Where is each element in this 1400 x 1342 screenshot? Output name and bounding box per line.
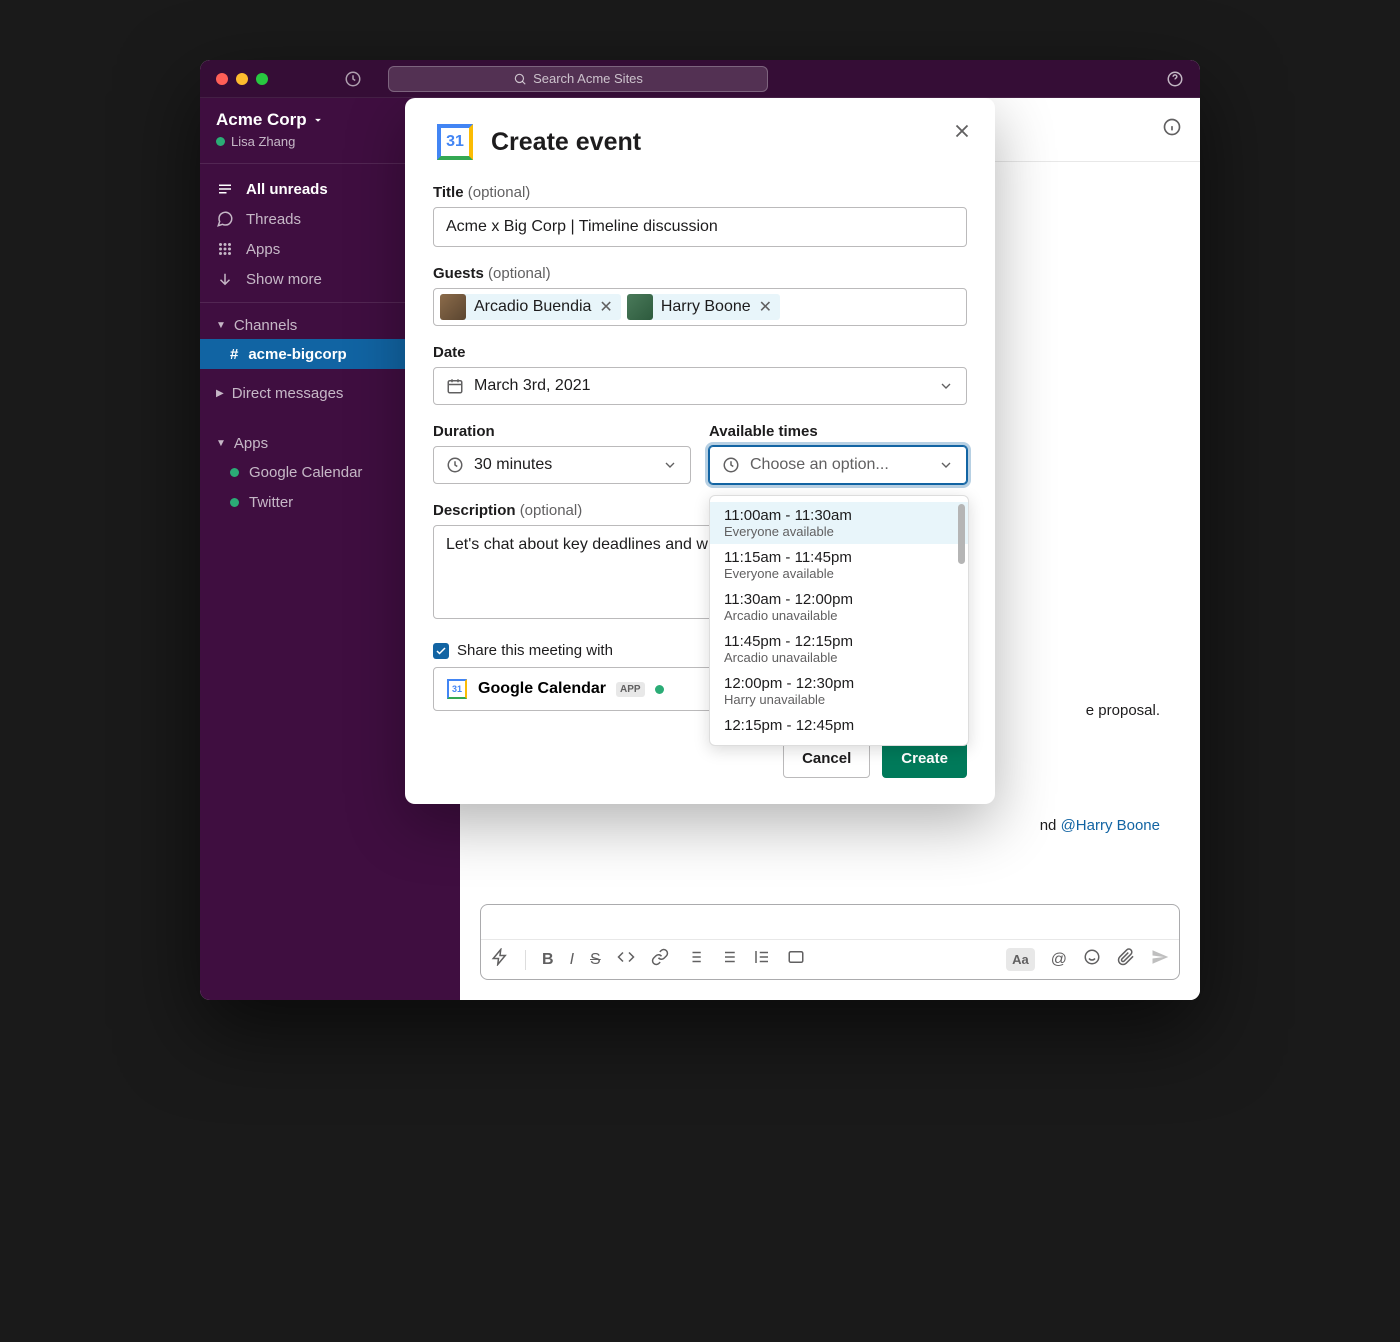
history-icon[interactable] <box>344 70 362 88</box>
time-option[interactable]: 12:00pm - 12:30pm Harry unavailable <box>710 670 968 712</box>
available-times-select[interactable]: Choose an option... <box>709 446 967 484</box>
share-checkbox[interactable] <box>433 643 449 659</box>
title-label: Title (optional) <box>433 184 967 201</box>
help-icon[interactable] <box>1166 70 1184 88</box>
calendar-icon <box>446 377 464 395</box>
modal-title: Create event <box>491 128 641 157</box>
avatar <box>627 294 653 320</box>
share-label: Share this meeting with <box>457 642 613 659</box>
date-label: Date <box>433 344 967 361</box>
google-calendar-icon: 31 <box>433 120 477 164</box>
app-window: Search Acme Sites Acme Corp Lisa Zhang <box>200 60 1200 1000</box>
search-icon <box>513 72 527 86</box>
window-controls <box>216 73 268 85</box>
chevron-down-icon <box>662 457 678 473</box>
date-value: March 3rd, 2021 <box>474 377 591 395</box>
presence-dot <box>655 685 664 694</box>
share-target-name: Google Calendar <box>478 680 606 698</box>
search-input[interactable]: Search Acme Sites <box>388 66 768 92</box>
chevron-down-icon <box>938 457 954 473</box>
modal-overlay: 31 Create event Title (optional) Guests … <box>200 98 1200 1000</box>
app-badge: APP <box>616 682 645 697</box>
maximize-window-button[interactable] <box>256 73 268 85</box>
avatar <box>440 294 466 320</box>
search-placeholder: Search Acme Sites <box>533 71 643 86</box>
check-icon <box>435 645 447 657</box>
close-icon[interactable] <box>951 120 973 147</box>
duration-select[interactable]: 30 minutes <box>433 446 691 484</box>
times-dropdown: 11:00am - 11:30am Everyone available 11:… <box>709 495 969 746</box>
guests-label: Guests (optional) <box>433 265 967 282</box>
guest-name: Harry Boone <box>661 298 751 316</box>
time-option[interactable]: 11:00am - 11:30am Everyone available <box>710 502 968 544</box>
time-option[interactable]: 11:45pm - 12:15pm Arcadio unavailable <box>710 628 968 670</box>
guest-name: Arcadio Buendia <box>474 298 591 316</box>
duration-value: 30 minutes <box>474 456 552 474</box>
duration-label: Duration <box>433 423 691 440</box>
create-event-modal: 31 Create event Title (optional) Guests … <box>405 98 995 804</box>
clock-icon <box>446 456 464 474</box>
date-select[interactable]: March 3rd, 2021 <box>433 367 967 405</box>
remove-guest-icon[interactable]: ✕ <box>759 297 772 317</box>
time-option[interactable]: 11:15am - 11:45pm Everyone available <box>710 544 968 586</box>
guests-input[interactable]: Arcadio Buendia ✕ Harry Boone ✕ <box>433 288 967 326</box>
scrollbar[interactable] <box>958 504 965 564</box>
times-placeholder: Choose an option... <box>750 456 889 474</box>
time-option[interactable]: 12:15pm - 12:45pm <box>710 712 968 739</box>
title-input[interactable] <box>433 207 967 247</box>
close-window-button[interactable] <box>216 73 228 85</box>
clock-icon <box>722 456 740 474</box>
remove-guest-icon[interactable]: ✕ <box>599 297 612 317</box>
guest-chip: Harry Boone ✕ <box>627 294 780 320</box>
guest-chip: Arcadio Buendia ✕ <box>440 294 621 320</box>
time-option[interactable]: 11:30am - 12:00pm Arcadio unavailable <box>710 586 968 628</box>
minimize-window-button[interactable] <box>236 73 248 85</box>
titlebar: Search Acme Sites <box>200 60 1200 98</box>
google-calendar-icon: 31 <box>446 678 468 700</box>
times-label: Available times <box>709 423 967 440</box>
chevron-down-icon <box>938 378 954 394</box>
